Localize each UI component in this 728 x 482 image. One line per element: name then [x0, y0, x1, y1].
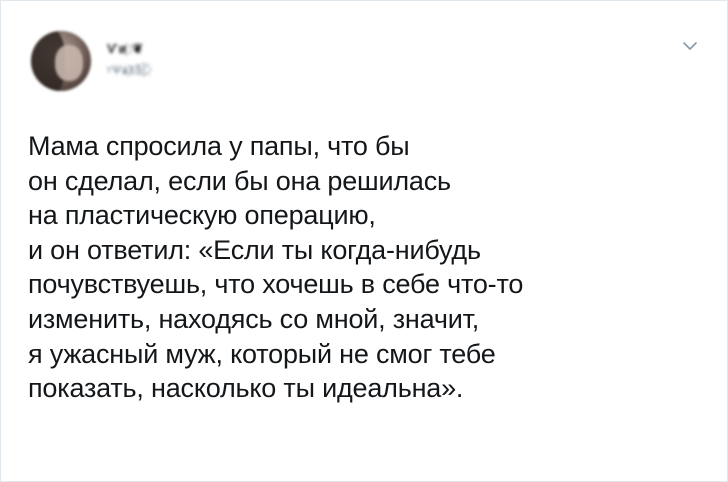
tweet-text-line: он сделал, если бы она решилась [28, 165, 451, 196]
user-info[interactable]: Ѵи҉ ❦ ᵞѰѧ҈ℓℳ҈ [107, 41, 153, 77]
avatar-face [55, 45, 83, 81]
tweet-text-line: почувствуешь, что хочешь в себе что-то [28, 269, 524, 300]
tweet-card: Ѵи҉ ❦ ᵞѰѧ҈ℓℳ҈ Мама спросила у папы, что … [0, 0, 728, 482]
tweet-text-line: показать, насколько ты идеальна». [28, 373, 464, 404]
tweet-text-line: на пластическую операцию, [28, 200, 376, 231]
display-name[interactable]: Ѵи҉ ❦ [107, 41, 153, 57]
tweet-text-line: Мама спросила у папы, что бы [28, 131, 410, 161]
chevron-down-icon-svg [683, 42, 697, 50]
tweet-text-line: я ужасный муж, который не смог тебе [28, 338, 496, 369]
tweet-text: Мама спросила у папы, что бы он сделал, … [28, 129, 708, 406]
user-handle: ᵞѰѧ҈ℓℳ҈ [107, 63, 154, 77]
chevron-down-icon[interactable] [681, 37, 699, 55]
avatar[interactable] [31, 31, 91, 91]
tweet-text-line: изменить, находясь со мной, значит, [28, 303, 480, 334]
tweet-text-line: и он ответил: «Если ты когда-нибудь [28, 234, 481, 265]
